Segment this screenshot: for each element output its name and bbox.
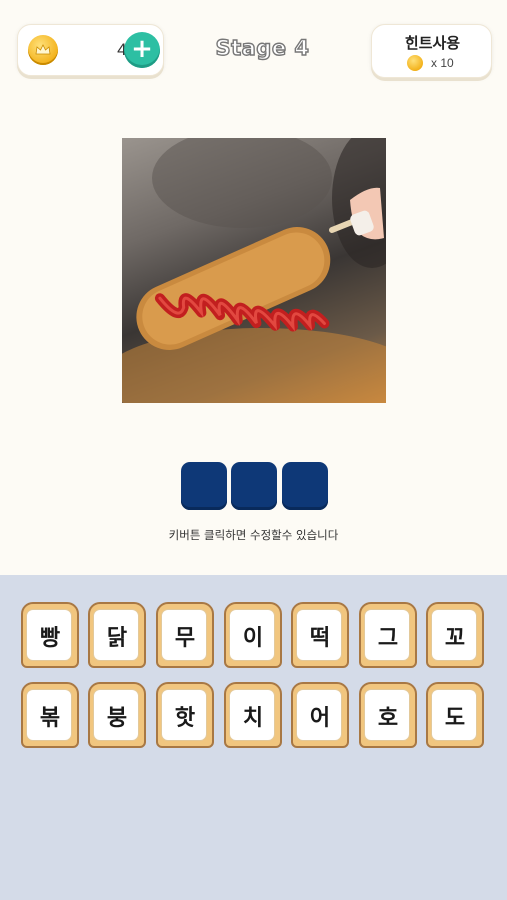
letter-tile[interactable]: 그: [359, 602, 417, 668]
answer-slot[interactable]: [282, 462, 328, 510]
letter-tile[interactable]: 꼬: [426, 602, 484, 668]
use-hint-button[interactable]: 힌트사용 x 10: [371, 24, 492, 78]
letter-tile[interactable]: 도: [426, 682, 484, 748]
tile-letter: 볶: [39, 706, 61, 731]
tile-letter: 도: [444, 706, 466, 731]
tile-letter: 그: [377, 626, 399, 651]
letter-tile[interactable]: 볶: [21, 682, 79, 748]
stage-title: Stage 4: [215, 35, 310, 60]
letter-tile[interactable]: 어: [291, 682, 349, 748]
tile-letter: 닭: [106, 626, 128, 651]
tile-letter: 치: [242, 706, 264, 731]
answer-slot[interactable]: [181, 462, 227, 510]
letter-keyboard: 빵 닭 무 이 떡 그 꼬 볶 붕 핫 치 어 호 도: [0, 575, 507, 900]
tile-letter: 빵: [39, 626, 61, 651]
corndog-image: [122, 138, 386, 403]
game-screen: 40 + Stage 4 힌트사용 x 10: [0, 0, 507, 575]
letter-tile[interactable]: 이: [224, 602, 282, 668]
hint-cost-text: x 10: [431, 56, 454, 70]
tile-letter: 떡: [309, 626, 331, 651]
add-coins-button[interactable]: +: [124, 32, 160, 68]
letter-tile[interactable]: 닭: [88, 602, 146, 668]
answer-slot[interactable]: [231, 462, 277, 510]
tile-letter: 붕: [106, 706, 128, 731]
hint-cost: x 10: [407, 54, 454, 72]
tile-letter: 호: [377, 706, 399, 731]
answer-slots: [181, 462, 328, 510]
tile-letter: 이: [242, 626, 264, 651]
letter-tile[interactable]: 떡: [291, 602, 349, 668]
tile-letter: 핫: [174, 706, 196, 731]
edit-instruction: 키버튼 클릭하면 수정할수 있습니다: [168, 528, 339, 542]
tile-letter: 꼬: [444, 626, 466, 651]
letter-tile[interactable]: 무: [156, 602, 214, 668]
letter-tile[interactable]: 핫: [156, 682, 214, 748]
letter-tile[interactable]: 붕: [88, 682, 146, 748]
tile-letter: 어: [309, 706, 331, 731]
letter-tile[interactable]: 빵: [21, 602, 79, 668]
hint-label: 힌트사용: [404, 34, 461, 52]
coin-icon: [407, 55, 423, 71]
coin-counter: 40 +: [17, 24, 164, 76]
letter-tile[interactable]: 치: [224, 682, 282, 748]
puzzle-photo: [122, 138, 386, 403]
letter-tile[interactable]: 호: [359, 682, 417, 748]
crown-coin-icon: [28, 35, 58, 65]
plus-icon: +: [131, 34, 153, 64]
tile-letter: 무: [174, 626, 196, 651]
